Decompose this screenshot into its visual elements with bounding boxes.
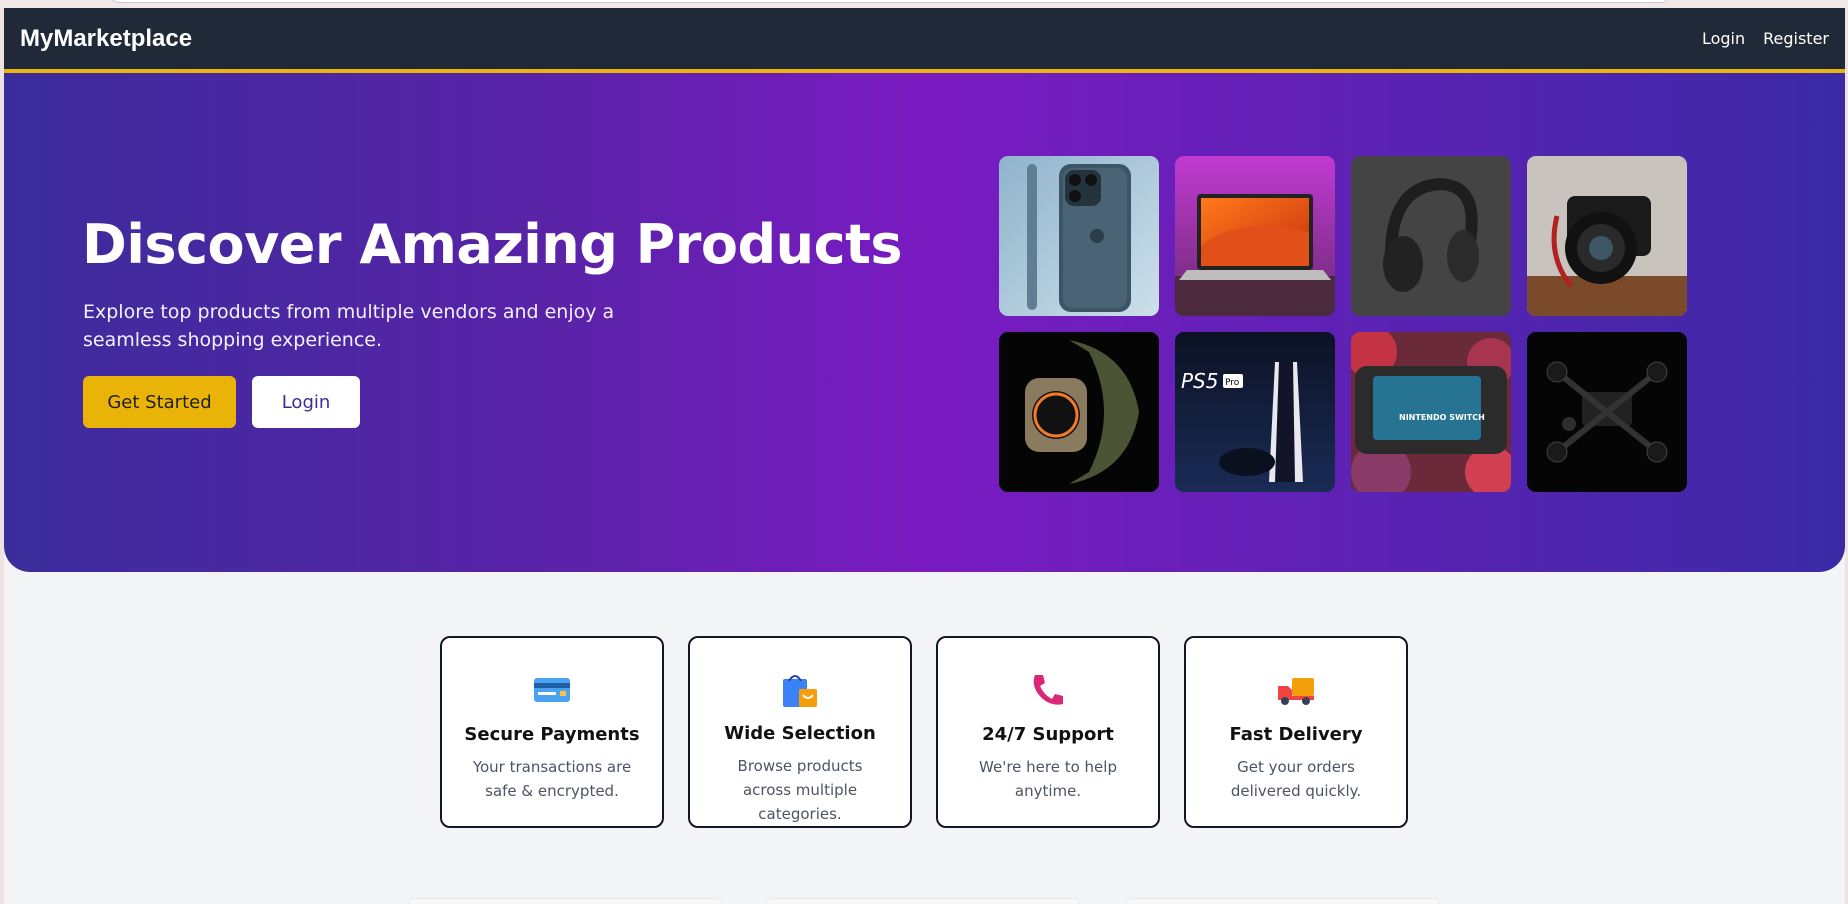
product-tile-smartphone[interactable] [999, 156, 1159, 316]
camera-image [1527, 156, 1687, 316]
nav-links: Login Register [1702, 29, 1829, 48]
nav-register-link[interactable]: Register [1763, 29, 1829, 48]
product-tile-game-console[interactable]: PS5 Pro [1175, 332, 1335, 492]
hero-title: Discover Amazing Products [82, 213, 903, 276]
product-tile-handheld-console[interactable]: NINTENDO SWITCH [1351, 332, 1511, 492]
delivery-truck-icon [1276, 670, 1316, 710]
ps5-image: PS5 Pro [1175, 332, 1335, 492]
product-tile-laptop[interactable] [1175, 156, 1335, 316]
hero-login-button[interactable]: Login [252, 376, 360, 428]
browser-top-strip [0, 0, 1848, 8]
feature-card-fast-delivery: Fast Delivery Get your orders delivered … [1184, 636, 1408, 828]
hero-section: Discover Amazing Products Explore top pr… [4, 73, 1845, 572]
product-tile-headphones[interactable] [1351, 156, 1511, 316]
drone-image [1527, 332, 1687, 492]
feature-description: Your transactions are safe & encrypted. [472, 758, 632, 800]
hero-subtitle: Explore top products from multiple vendo… [83, 301, 615, 351]
feature-title: 24/7 Support [982, 724, 1114, 745]
product-tile-camera[interactable] [1527, 156, 1687, 316]
credit-card-icon [532, 670, 572, 710]
feature-card-support: 24/7 Support We're here to help anytime. [936, 636, 1160, 828]
features-section: Secure Payments Your transactions are sa… [440, 636, 1408, 828]
brand-logo[interactable]: MyMarketplace [20, 25, 192, 53]
feature-card-wide-selection: Wide Selection Browse products across mu… [688, 636, 912, 828]
ps5-logo-text: PS5 [1181, 369, 1218, 393]
feature-title: Wide Selection [724, 723, 876, 744]
product-tile-smartwatch[interactable] [999, 332, 1159, 492]
shopping-bags-icon [780, 670, 820, 709]
switch-logo-text: NINTENDO SWITCH [1399, 413, 1485, 422]
feature-card-secure-payments: Secure Payments Your transactions are sa… [440, 636, 664, 828]
nav-login-link[interactable]: Login [1702, 29, 1745, 48]
feature-title: Secure Payments [464, 724, 640, 745]
feature-title: Fast Delivery [1229, 724, 1363, 745]
browser-tab-edge [110, 0, 1670, 3]
switch-image: NINTENDO SWITCH [1351, 332, 1511, 492]
headphones-image [1351, 156, 1511, 316]
product-tile-drone[interactable] [1527, 332, 1687, 492]
telephone-icon [1028, 670, 1068, 710]
product-image-grid: PS5 Pro NINTENDO SWITCH [999, 156, 1687, 492]
laptop-image [1175, 156, 1335, 316]
next-section-card-edge [766, 898, 1080, 904]
ps5-pro-badge: Pro [1225, 378, 1240, 388]
get-started-button[interactable]: Get Started [83, 376, 236, 428]
navbar: MyMarketplace Login Register [4, 8, 1845, 73]
next-section-card-edge [408, 898, 722, 904]
watch-image [999, 332, 1159, 492]
feature-description: Get your orders delivered quickly. [1230, 758, 1362, 800]
feature-description: We're here to help anytime. [979, 758, 1117, 800]
iphone-image [999, 156, 1159, 316]
feature-description: Browse products across multiple categori… [737, 757, 863, 823]
next-section-card-edge [1126, 898, 1440, 904]
